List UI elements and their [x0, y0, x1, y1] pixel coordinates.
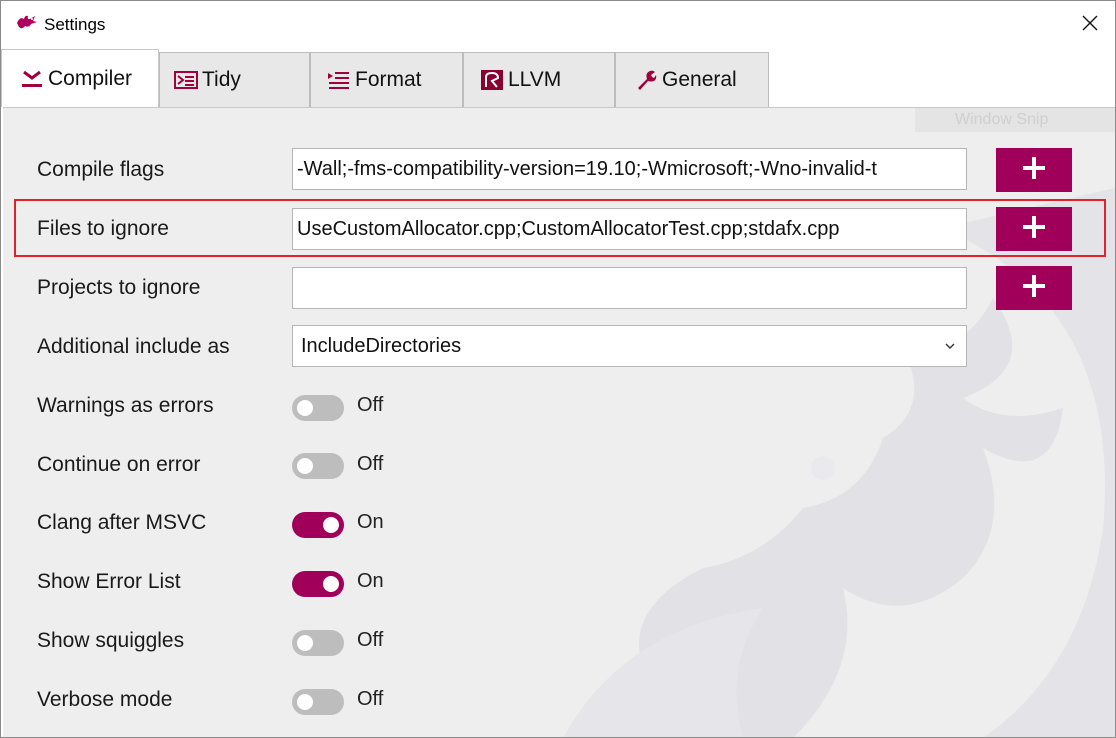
tab-label: Tidy — [202, 68, 241, 91]
warnings-as-errors-label: Warnings as errors — [37, 394, 214, 417]
tab-llvm[interactable]: LLVM — [463, 52, 615, 107]
toggle-knob — [297, 458, 313, 474]
files-to-ignore-label: Files to ignore — [37, 217, 169, 240]
additional-include-label: Additional include as — [37, 335, 230, 358]
clang-after-msvc-label: Clang after MSVC — [37, 511, 207, 534]
add-compile-flags-button[interactable] — [996, 148, 1072, 192]
wrench-icon — [634, 69, 658, 91]
clang-after-msvc-toggle[interactable] — [292, 512, 344, 538]
window-title: Settings — [44, 15, 106, 34]
add-projects-to-ignore-button[interactable] — [996, 266, 1072, 310]
tab-label: LLVM — [508, 68, 562, 91]
toggle-state-text: On — [357, 570, 384, 592]
toggle-state-text: Off — [357, 453, 384, 475]
compiler-settings-panel: Window Snip Compile flags -Wall;-fms-com… — [3, 107, 1115, 737]
toggle-knob — [297, 694, 313, 710]
toggle-knob — [323, 576, 339, 592]
toggle-state-text: Off — [357, 629, 384, 651]
chevron-down-icon — [944, 326, 956, 366]
window-snip-ghost: Window Snip — [915, 108, 1115, 132]
format-icon — [327, 69, 351, 91]
plus-icon — [1022, 274, 1046, 303]
show-error-list-label: Show Error List — [37, 570, 181, 593]
compile-flags-input[interactable]: -Wall;-fms-compatibility-version=19.10;-… — [292, 148, 967, 190]
plus-icon — [1022, 156, 1046, 185]
select-value: IncludeDirectories — [301, 335, 462, 357]
projects-to-ignore-label: Projects to ignore — [37, 276, 201, 299]
tab-label: Format — [355, 68, 422, 91]
compile-flags-label: Compile flags — [37, 158, 165, 181]
plus-icon — [1022, 215, 1046, 244]
warnings-as-errors-toggle[interactable] — [292, 395, 344, 421]
close-button[interactable] — [1065, 1, 1115, 49]
settings-window: Settings Compiler Tidy Format LLVM Gener… — [0, 0, 1116, 738]
continue-on-error-toggle[interactable] — [292, 453, 344, 479]
toggle-state-text: Off — [357, 394, 384, 416]
projects-to-ignore-input[interactable] — [292, 267, 967, 309]
tab-tidy[interactable]: Tidy — [159, 52, 310, 107]
files-to-ignore-input[interactable]: UseCustomAllocator.cpp;CustomAllocatorTe… — [292, 208, 967, 250]
compiler-icon — [20, 68, 44, 90]
show-squiggles-label: Show squiggles — [37, 629, 185, 652]
toggle-state-text: On — [357, 511, 384, 533]
close-icon — [1082, 15, 1098, 36]
show-squiggles-toggle[interactable] — [292, 630, 344, 656]
tab-strip: Compiler Tidy Format LLVM General — [1, 49, 1115, 107]
verbose-mode-label: Verbose mode — [37, 688, 173, 711]
show-error-list-toggle[interactable] — [292, 571, 344, 597]
tab-label: Compiler — [48, 66, 133, 90]
additional-include-select[interactable]: IncludeDirectories — [292, 325, 967, 367]
clang-dragon-icon — [15, 13, 39, 33]
tab-format[interactable]: Format — [310, 52, 463, 107]
continue-on-error-label: Continue on error — [37, 453, 201, 476]
tab-compiler[interactable]: Compiler — [1, 49, 159, 107]
add-files-to-ignore-button[interactable] — [996, 207, 1072, 251]
tab-label: General — [662, 68, 737, 91]
verbose-mode-toggle[interactable] — [292, 689, 344, 715]
toggle-knob — [297, 400, 313, 416]
title-bar: Settings — [1, 1, 1115, 49]
toggle-state-text: Off — [357, 688, 384, 710]
llvm-icon — [480, 69, 504, 91]
tab-general[interactable]: General — [615, 52, 769, 107]
tidy-icon — [174, 69, 198, 91]
toggle-knob — [323, 517, 339, 533]
toggle-knob — [297, 635, 313, 651]
